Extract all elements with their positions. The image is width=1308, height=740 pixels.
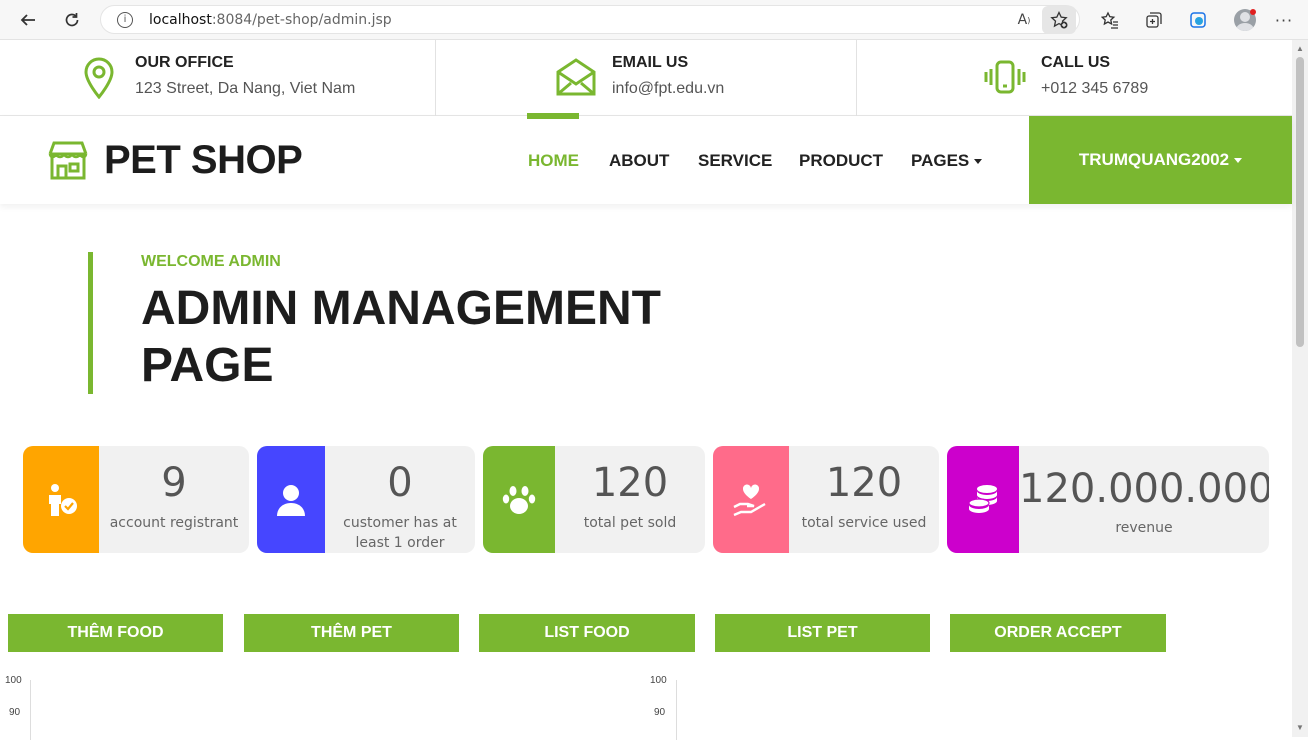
stat-label: revenue [1115,520,1173,536]
nav-service[interactable]: SERVICE [698,151,772,171]
stat-card-pets-sold: 120 total pet sold [483,446,705,553]
stat-label: total pet sold [583,515,677,531]
nav-home[interactable]: HOME [528,151,579,171]
y-axis [30,680,31,740]
chart-right: 100 90 [645,672,1245,740]
user-menu-dropdown[interactable]: TRUMQUANG2002 [1029,116,1292,204]
url-path: :8084/pet-shop/admin.jsp [211,11,392,28]
email-address: info@fpt.edu.vn [612,80,725,97]
nav-pages-label: PAGES [911,151,970,170]
welcome-subtitle: WELCOME ADMIN [141,253,281,270]
scroll-down-icon[interactable]: ▼ [1295,723,1305,733]
collections-icon[interactable] [1142,8,1166,32]
order-accept-button[interactable]: ORDER ACCEPT [950,614,1166,652]
y-axis [676,680,677,740]
list-food-button[interactable]: LIST FOOD [479,614,695,652]
divider [435,40,436,116]
caret-down-icon [974,159,983,165]
phone-vibrate-icon [984,60,1026,99]
y-tick: 100 [650,675,667,686]
call-title: CALL US [1041,54,1111,71]
shop-icon[interactable] [47,140,89,185]
coins-icon [947,446,1019,553]
active-indicator [527,113,579,119]
email-title: EMAIL US [612,54,689,71]
divider [856,40,857,116]
office-title: OUR OFFICE [135,54,234,71]
header-accent-bar [88,252,93,394]
back-arrow-icon[interactable] [16,8,40,32]
phone-number: +012 345 6789 [1041,80,1149,97]
hand-heart-icon [713,446,789,553]
info-icon[interactable]: i [117,11,133,28]
nav-pages-dropdown[interactable]: PAGES [911,151,983,171]
reload-icon[interactable] [60,8,84,32]
browser-toolbar: i localhost:8084/pet-shop/admin.jsp A) ·… [0,0,1308,40]
contact-topbar: OUR OFFICE 123 Street, Da Nang, Viet Nam… [0,40,1292,116]
y-tick: 100 [5,675,22,686]
main-navbar: PET SHOP HOME ABOUT SERVICE PRODUCT PAGE… [0,116,1292,204]
stat-label: customer has at least 1 order [343,515,457,551]
y-tick: 90 [654,707,666,718]
more-menu-icon[interactable]: ··· [1272,8,1296,32]
stat-value: 0 [387,460,413,506]
username: TRUMQUANG2002 [1078,150,1230,169]
star-add-icon[interactable] [1047,8,1071,32]
scroll-up-icon[interactable]: ▲ [1295,44,1305,54]
notification-dot [1250,9,1256,15]
stat-card-services: 120 total service used [713,446,939,553]
stat-label: total service used [801,515,927,531]
stat-card-customers: 0 customer has at least 1 order [257,446,475,553]
office-address: 123 Street, Da Nang, Viet Nam [135,80,356,97]
nav-product[interactable]: PRODUCT [799,151,883,171]
add-pet-button[interactable]: THÊM PET [244,614,459,652]
nav-about[interactable]: ABOUT [609,151,669,171]
scroll-thumb[interactable] [1296,57,1304,347]
read-aloud-icon[interactable]: A) [1012,8,1036,32]
stat-label: account registrant [109,515,239,531]
list-pet-button[interactable]: LIST PET [715,614,930,652]
favorites-icon[interactable] [1098,8,1122,32]
stat-card-accounts: 9 account registrant [23,446,249,553]
envelope-icon [555,57,597,102]
user-check-icon [23,446,99,553]
stat-card-revenue: 120.000.000 revenue [947,446,1269,553]
y-tick: 90 [9,707,21,718]
stat-value: 120.000.000 [1019,466,1269,512]
stat-value: 120 [591,460,669,506]
page-title: ADMIN MANAGEMENT PAGE [141,282,661,392]
edge-extension-icon[interactable] [1186,8,1210,32]
caret-down-icon [1234,157,1243,163]
address-bar[interactable]: i localhost:8084/pet-shop/admin.jsp [100,5,1080,34]
chart-left: 100 90 [0,672,600,740]
stat-value: 9 [161,460,187,506]
url-host: localhost [149,11,212,28]
stat-value: 120 [825,460,903,506]
user-icon [257,446,325,553]
logo-text[interactable]: PET SHOP [104,138,303,183]
add-food-button[interactable]: THÊM FOOD [8,614,223,652]
paw-icon [483,446,555,553]
location-pin-icon [83,57,115,104]
